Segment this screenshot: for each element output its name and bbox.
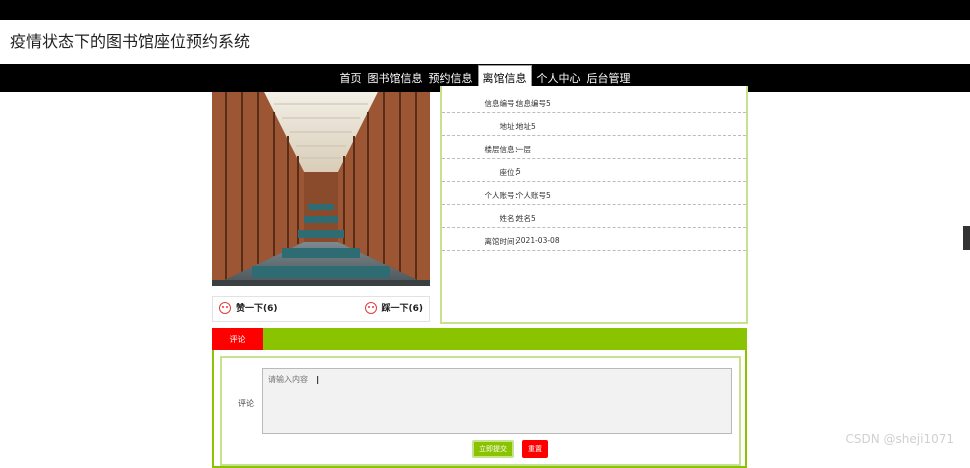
detail-row: 离馆时间： 2021-03-08 (442, 228, 746, 251)
detail-row: 座位： 5 (442, 159, 746, 182)
comment-form: 评论 I 立即提交 重置 (220, 356, 741, 466)
frown-icon (364, 301, 377, 314)
detail-panel: 信息编号： 信息编号5 地址： 地址5 楼层信息： 一层 座位： 5 个人账号：… (440, 86, 748, 324)
detail-value: 地址5 (516, 122, 536, 131)
comment-input[interactable] (262, 368, 732, 434)
detail-row: 楼层信息： 一层 (442, 136, 746, 159)
dislike-button[interactable]: 踩一下(6) (364, 301, 424, 314)
text-cursor-icon: I (316, 374, 320, 387)
like-button[interactable]: 赞一下(6) (219, 301, 278, 314)
comment-tab-bar: 评论 (212, 328, 747, 350)
dislike-label: 踩一下(6) (381, 304, 424, 314)
detail-row: 地址： 地址5 (442, 113, 746, 136)
comment-section: 评论 评论 I 立即提交 重置 (212, 328, 747, 468)
site-title: 疫情状态下的图书馆座位预约系统 (10, 32, 251, 51)
site-header: 疫情状态下的图书馆座位预约系统 (0, 20, 970, 64)
detail-value: 姓名5 (516, 214, 536, 223)
detail-row: 信息编号： 信息编号5 (442, 90, 746, 113)
like-label: 赞一下(6) (236, 304, 278, 314)
vote-box: 赞一下(6) 踩一下(6) (212, 296, 430, 322)
detail-row: 个人账号： 个人账号5 (442, 182, 746, 205)
submit-button[interactable]: 立即提交 (472, 440, 514, 458)
top-black-bar (0, 0, 970, 20)
detail-value: 5 (516, 167, 521, 176)
library-photo (212, 92, 430, 286)
watermark: CSDN @sheji1071 (845, 432, 954, 446)
smile-icon (219, 301, 231, 314)
nav-item-library-info[interactable]: 图书馆信息 (365, 64, 426, 92)
detail-row: 姓名： 姓名5 (442, 205, 746, 228)
reset-button[interactable]: 重置 (522, 440, 548, 458)
scrollbar-handle[interactable] (963, 226, 970, 250)
detail-value: 个人账号5 (516, 191, 551, 200)
tab-comment[interactable]: 评论 (212, 328, 263, 350)
detail-value: 信息编号5 (516, 99, 551, 108)
detail-value: 2021-03-08 (516, 236, 560, 245)
comment-field-label: 评论 (238, 399, 254, 408)
nav-item-home[interactable]: 首页 (337, 64, 365, 92)
detail-value: 一层 (516, 145, 531, 154)
